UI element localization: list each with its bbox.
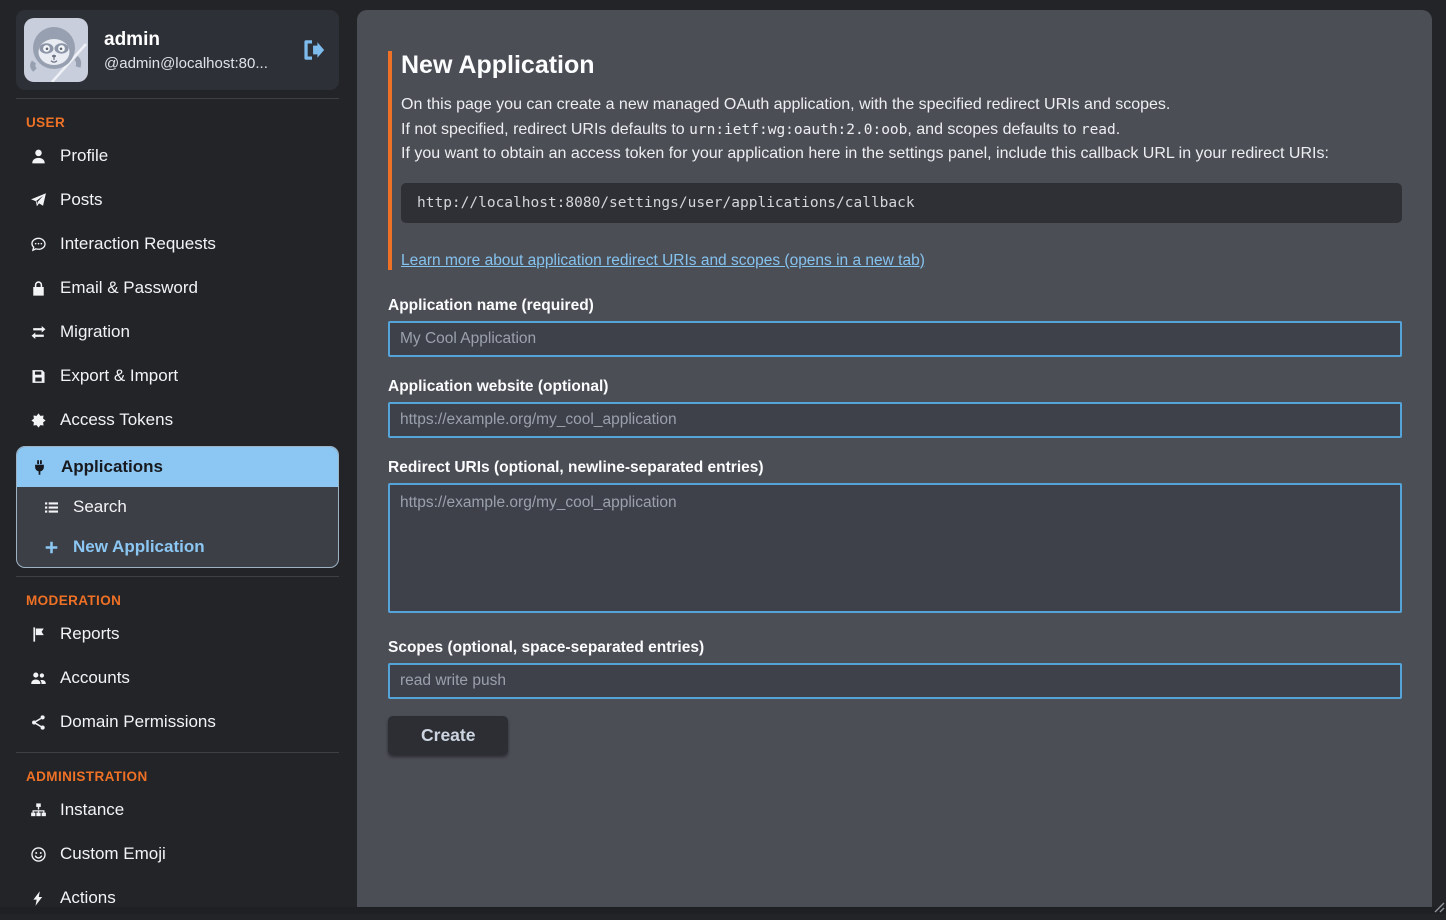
flag-icon <box>30 626 47 643</box>
sidebar-item-label: Search <box>73 497 127 517</box>
inline-code-oob: urn:ietf:wg:oauth:2.0:oob <box>689 122 907 138</box>
sidebar-item-interaction-requests[interactable]: Interaction Requests <box>16 222 339 266</box>
redirect-uris-label: Redirect URIs (optional, newline-separat… <box>388 459 1402 477</box>
sidebar-item-label: New Application <box>73 537 205 557</box>
user-icon <box>30 148 47 165</box>
sidebar-item-label: Export & Import <box>60 366 178 386</box>
new-application-form: Application name (required) Application … <box>388 297 1402 755</box>
smiley-icon <box>30 846 47 863</box>
bolt-icon <box>30 890 47 907</box>
description-line-3: If you want to obtain an access token fo… <box>401 145 1329 162</box>
description-line-2: If not specified, redirect URIs defaults… <box>401 121 689 138</box>
sidebar-item-access-tokens[interactable]: Access Tokens <box>16 398 339 442</box>
application-name-label: Application name (required) <box>388 297 1402 315</box>
application-website-label: Application website (optional) <box>388 378 1402 396</box>
create-button[interactable]: Create <box>388 716 508 755</box>
sidebar-item-label: Instance <box>60 800 124 820</box>
sidebar-item-label: Reports <box>60 624 120 644</box>
sidebar-item-email-password[interactable]: Email & Password <box>16 266 339 310</box>
sidebar-item-label: Custom Emoji <box>60 844 166 864</box>
users-icon <box>30 670 47 687</box>
paper-plane-icon <box>30 192 47 209</box>
sidebar-item-reports[interactable]: Reports <box>16 612 339 656</box>
transfer-arrows-icon <box>30 324 47 341</box>
sidebar-item-label: Profile <box>60 146 108 166</box>
sidebar-item-label: Actions <box>60 888 116 908</box>
sidebar-item-label: Applications <box>61 457 163 477</box>
sidebar: admin @admin@localhost:80... USER Profile… <box>0 0 357 914</box>
sidebar-item-label: Domain Permissions <box>60 712 216 732</box>
description-line-1: On this page you can create a new manage… <box>401 96 1170 113</box>
sidebar-item-posts[interactable]: Posts <box>16 178 339 222</box>
scopes-label: Scopes (optional, space-separated entrie… <box>388 639 1402 657</box>
section-heading-user: USER <box>26 115 339 130</box>
user-handle: @admin@localhost:80... <box>104 55 283 72</box>
sidebar-item-accounts[interactable]: Accounts <box>16 656 339 700</box>
sidebar-item-custom-emoji[interactable]: Custom Emoji <box>16 832 339 876</box>
certificate-icon <box>30 412 47 429</box>
sidebar-item-profile[interactable]: Profile <box>16 134 339 178</box>
sidebar-item-label: Access Tokens <box>60 410 173 430</box>
sidebar-item-label: Posts <box>60 190 103 210</box>
sidebar-item-migration[interactable]: Migration <box>16 310 339 354</box>
new-application-intro: New Application On this page you can cre… <box>388 51 1402 270</box>
inline-code-read: read <box>1081 122 1116 138</box>
main-panel: New Application On this page you can cre… <box>357 10 1432 907</box>
share-nodes-icon <box>30 714 47 731</box>
sidebar-item-label: Accounts <box>60 668 130 688</box>
scopes-input[interactable] <box>388 663 1402 699</box>
sidebar-nav: USER Profile Posts Interaction Requests Emai… <box>16 115 339 920</box>
applications-group: Applications Search New Application <box>16 446 339 568</box>
plus-icon <box>43 539 60 556</box>
sidebar-subitem-search[interactable]: Search <box>17 487 338 527</box>
user-info: admin @admin@localhost:80... <box>104 29 283 72</box>
application-website-input[interactable] <box>388 402 1402 438</box>
resize-grip-icon[interactable] <box>1434 902 1445 913</box>
page-title: New Application <box>401 51 1402 80</box>
sidebar-item-label: Email & Password <box>60 278 198 298</box>
sidebar-item-label: Migration <box>60 322 130 342</box>
sidebar-item-export-import[interactable]: Export & Import <box>16 354 339 398</box>
callback-url-codeblock: http://localhost:8080/settings/user/appl… <box>401 183 1402 223</box>
sidebar-divider <box>16 576 339 577</box>
intro-description: On this page you can create a new manage… <box>401 93 1402 167</box>
sidebar-item-instance[interactable]: Instance <box>16 788 339 832</box>
learn-more-link[interactable]: Learn more about application redirect UR… <box>401 252 925 270</box>
username: admin <box>104 29 283 51</box>
logout-icon[interactable] <box>299 37 325 63</box>
sidebar-item-domain-permissions[interactable]: Domain Permissions <box>16 700 339 744</box>
list-icon <box>43 499 60 516</box>
horizontal-scrollbar[interactable] <box>0 907 1446 914</box>
floppy-disk-icon <box>30 368 47 385</box>
section-heading-administration: ADMINISTRATION <box>26 769 339 784</box>
avatar <box>24 18 88 82</box>
sidebar-divider <box>16 98 339 99</box>
comment-icon <box>30 236 47 253</box>
user-card[interactable]: admin @admin@localhost:80... <box>16 10 339 90</box>
plug-icon <box>31 459 48 476</box>
sidebar-item-applications[interactable]: Applications <box>17 447 338 487</box>
sidebar-subitem-new-application[interactable]: New Application <box>17 527 338 567</box>
lock-icon <box>30 280 47 297</box>
section-heading-moderation: MODERATION <box>26 593 339 608</box>
application-name-input[interactable] <box>388 321 1402 357</box>
sitemap-icon <box>30 802 47 819</box>
sidebar-item-label: Interaction Requests <box>60 234 216 254</box>
redirect-uris-textarea[interactable] <box>388 483 1402 613</box>
sidebar-divider <box>16 752 339 753</box>
